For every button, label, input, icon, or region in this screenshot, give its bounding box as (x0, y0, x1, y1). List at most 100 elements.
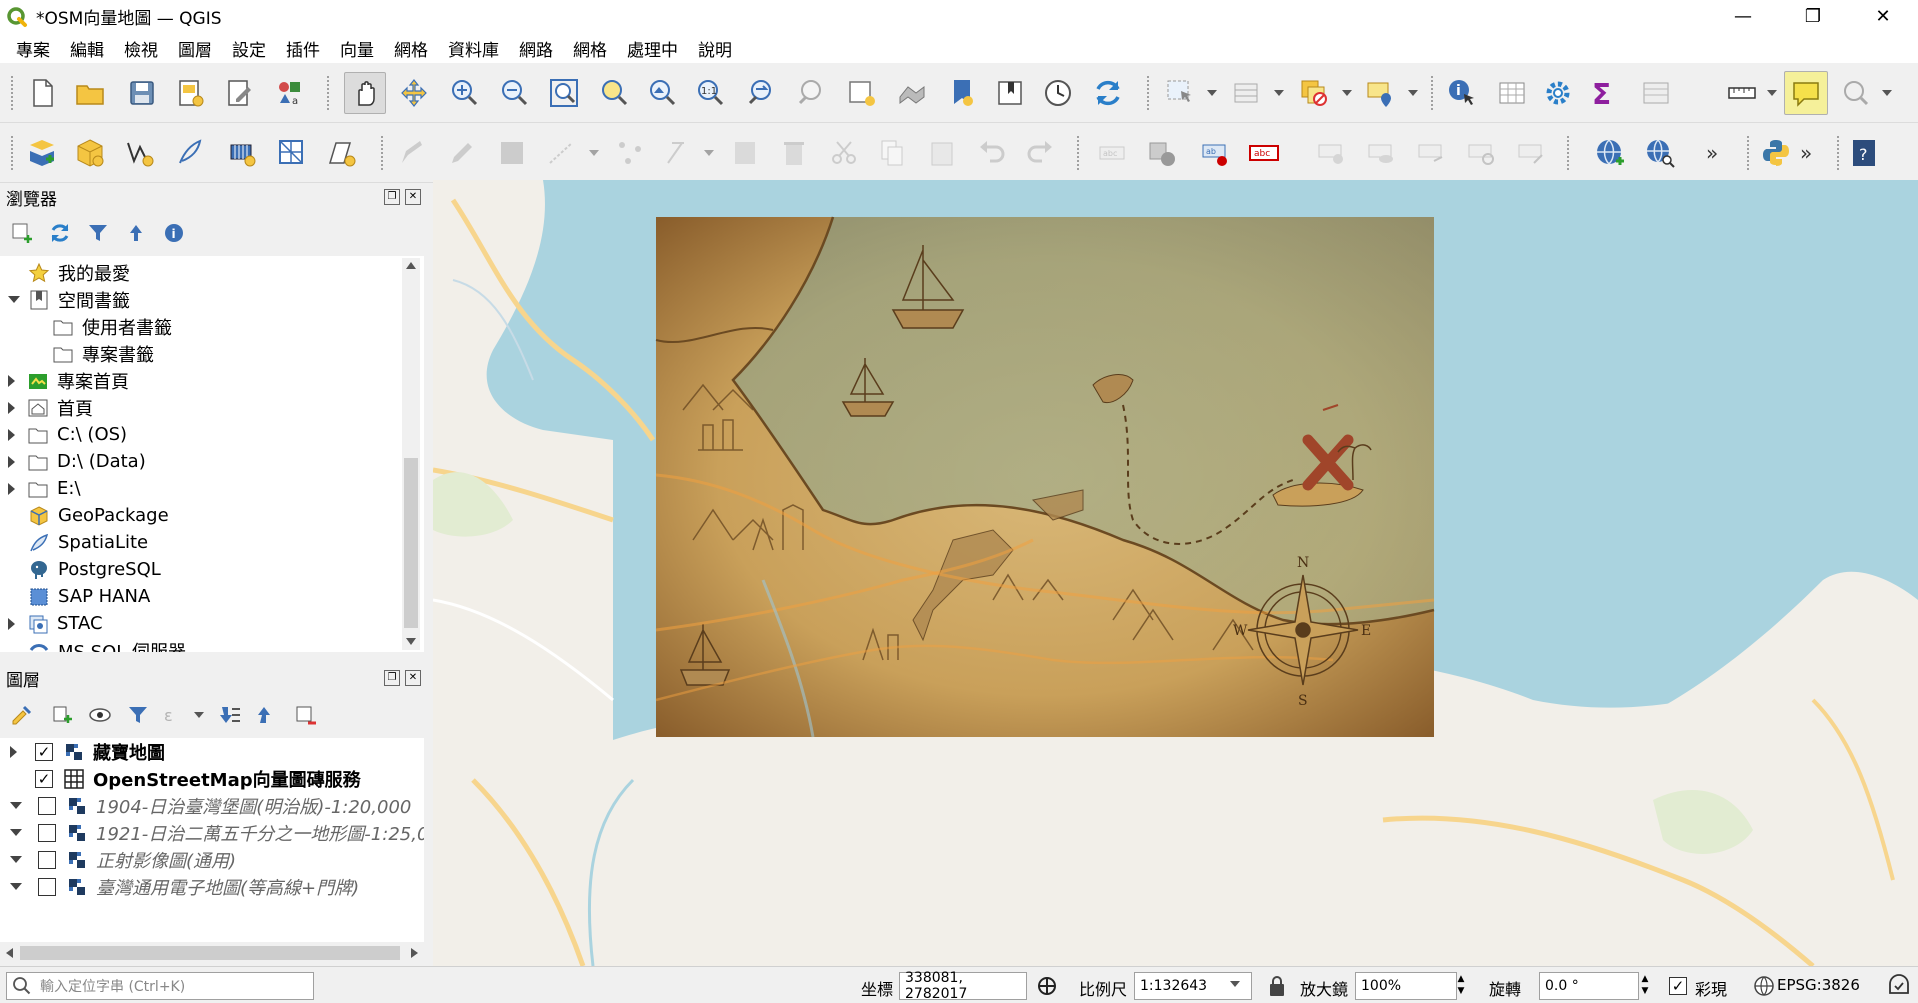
show-bookmarks-icon[interactable] (992, 75, 1028, 111)
redo-icon[interactable] (1022, 135, 1058, 171)
chevron-down-icon[interactable] (1274, 90, 1284, 96)
layers-hscrollbar[interactable] (2, 944, 422, 962)
toolbar-grip[interactable] (10, 135, 14, 171)
rotation-stepper[interactable]: ▲ ▼ (1637, 973, 1653, 999)
map-canvas[interactable]: N S E W (433, 180, 1918, 966)
expand-arrow-icon[interactable] (10, 829, 22, 836)
locator-search-icon[interactable] (1838, 75, 1874, 111)
expand-arrow-icon[interactable] (10, 856, 22, 863)
browser-scrollbar[interactable] (402, 258, 420, 650)
show-hide-labels-icon[interactable] (1364, 135, 1400, 171)
expand-arrow-icon[interactable] (8, 428, 15, 441)
filter-expression-icon[interactable]: ε (160, 701, 188, 729)
toolbar-grip[interactable] (1566, 135, 1570, 171)
select-features-icon[interactable] (1162, 75, 1198, 111)
toolbar-grip[interactable] (1076, 135, 1080, 171)
expand-arrow-icon[interactable] (8, 296, 20, 303)
menu-raster[interactable]: 網格 (384, 36, 438, 61)
chevron-down-icon[interactable] (1207, 90, 1217, 96)
render-checkbox[interactable]: ✓ (1669, 977, 1687, 995)
menu-settings[interactable]: 設定 (222, 36, 276, 61)
refresh-icon[interactable] (1090, 75, 1126, 111)
scroll-thumb[interactable] (20, 946, 400, 960)
chevron-down-icon[interactable] (1408, 90, 1418, 96)
statistical-summary-icon[interactable]: Σ (1584, 75, 1620, 111)
browser-item[interactable]: D:\ (Data) (8, 448, 146, 475)
settings-gear-icon[interactable] (1540, 75, 1576, 111)
layer-checkbox[interactable] (38, 850, 56, 869)
expand-arrow-icon[interactable] (10, 745, 17, 758)
scroll-up-icon[interactable] (406, 262, 416, 269)
pan-map-icon[interactable] (344, 72, 386, 114)
browser-item[interactable]: SAP HANA (28, 583, 150, 610)
scroll-down-icon[interactable] (406, 638, 416, 645)
browser-item[interactable]: 首頁 (8, 394, 93, 421)
add-group-icon[interactable] (48, 701, 76, 729)
pin-labels-icon[interactable]: ab (1198, 135, 1234, 171)
scroll-right-icon[interactable] (411, 948, 418, 958)
copy-features-icon[interactable] (874, 135, 910, 171)
new-spatialite-layer-icon[interactable] (172, 135, 208, 171)
cut-features-icon[interactable] (826, 135, 862, 171)
python-console-icon[interactable] (1758, 135, 1794, 171)
deselect-all-icon[interactable] (1296, 75, 1332, 111)
float-panel-icon[interactable]: ❐ (384, 670, 400, 686)
digitize-line-icon[interactable] (544, 135, 580, 171)
menu-edit[interactable]: 編輯 (60, 36, 114, 61)
close-panel-icon[interactable]: ✕ (405, 670, 421, 686)
new-geopackage-layer-icon[interactable] (72, 135, 108, 171)
layer-row[interactable]: ✓ OpenStreetMap向量圖磚服務 (10, 765, 361, 792)
measure-line-icon[interactable] (1724, 75, 1760, 111)
new-3d-map-view-icon[interactable] (894, 75, 930, 111)
layer-diagram-icon[interactable] (1144, 135, 1180, 171)
filter-browser-icon[interactable] (84, 219, 112, 247)
browser-item[interactable]: MS SQL 伺服器 (28, 637, 186, 652)
temporal-controller-icon[interactable] (1040, 75, 1076, 111)
close-button[interactable]: ✕ (1853, 0, 1913, 33)
browser-item[interactable]: C:\ (OS) (8, 421, 127, 448)
browser-item[interactable]: GeoPackage (28, 502, 169, 529)
messages-icon[interactable] (1886, 973, 1912, 999)
highlight-pinned-labels-icon[interactable]: abc (1246, 135, 1282, 171)
pan-to-selection-icon[interactable] (396, 75, 432, 111)
browser-item[interactable]: 空間書籤 (8, 286, 130, 313)
layer-row[interactable]: 正射影像圖(通用) (10, 846, 236, 873)
properties-info-icon[interactable]: i (160, 219, 188, 247)
open-project-icon[interactable] (72, 75, 108, 111)
add-wms-layer-icon[interactable] (1592, 135, 1628, 171)
browser-item[interactable]: PostgreSQL (28, 556, 161, 583)
zoom-last-icon[interactable] (744, 75, 780, 111)
new-shapefile-layer-icon[interactable] (122, 135, 158, 171)
lock-scale-icon[interactable] (1268, 975, 1286, 997)
filter-legend-icon[interactable] (124, 701, 152, 729)
browser-item[interactable]: 專案首頁 (8, 367, 129, 394)
expand-arrow-icon[interactable] (8, 617, 15, 630)
vertex-tool-icon[interactable] (612, 135, 648, 171)
zoom-next-icon[interactable] (794, 75, 830, 111)
toggle-editing-icon[interactable] (444, 135, 480, 171)
chevron-down-icon[interactable] (704, 150, 714, 156)
menu-help[interactable]: 說明 (688, 36, 742, 61)
scroll-left-icon[interactable] (6, 948, 13, 958)
rotate-label-icon[interactable] (1414, 135, 1450, 171)
coordinate-field[interactable]: 338081, 2782017 (899, 970, 1027, 1002)
toolbar-grip[interactable] (380, 135, 384, 171)
zoom-in-icon[interactable] (446, 75, 482, 111)
attribute-table-icon[interactable] (1494, 75, 1530, 111)
new-print-layout-icon[interactable] (172, 75, 208, 111)
toolbar-grip[interactable] (1430, 75, 1434, 111)
close-panel-icon[interactable]: ✕ (405, 189, 421, 205)
chevron-down-icon[interactable] (194, 712, 204, 718)
collapse-all-icon[interactable] (122, 219, 150, 247)
expand-arrow-icon[interactable] (8, 482, 15, 495)
save-project-icon[interactable] (124, 75, 160, 111)
zoom-to-selection-icon[interactable] (596, 75, 632, 111)
chevron-down-icon[interactable] (1767, 90, 1777, 96)
expand-all-icon[interactable] (216, 701, 244, 729)
locator-search-field[interactable]: 輸入定位字串 (Ctrl+K) (6, 972, 314, 1000)
menu-mesh[interactable]: 網格 (563, 36, 617, 61)
layer-row[interactable]: ✓ 藏寶地圖 (10, 738, 165, 765)
maximize-button[interactable]: ❐ (1783, 0, 1843, 33)
add-selected-layers-icon[interactable] (8, 219, 36, 247)
collapse-all-icon[interactable] (254, 701, 282, 729)
